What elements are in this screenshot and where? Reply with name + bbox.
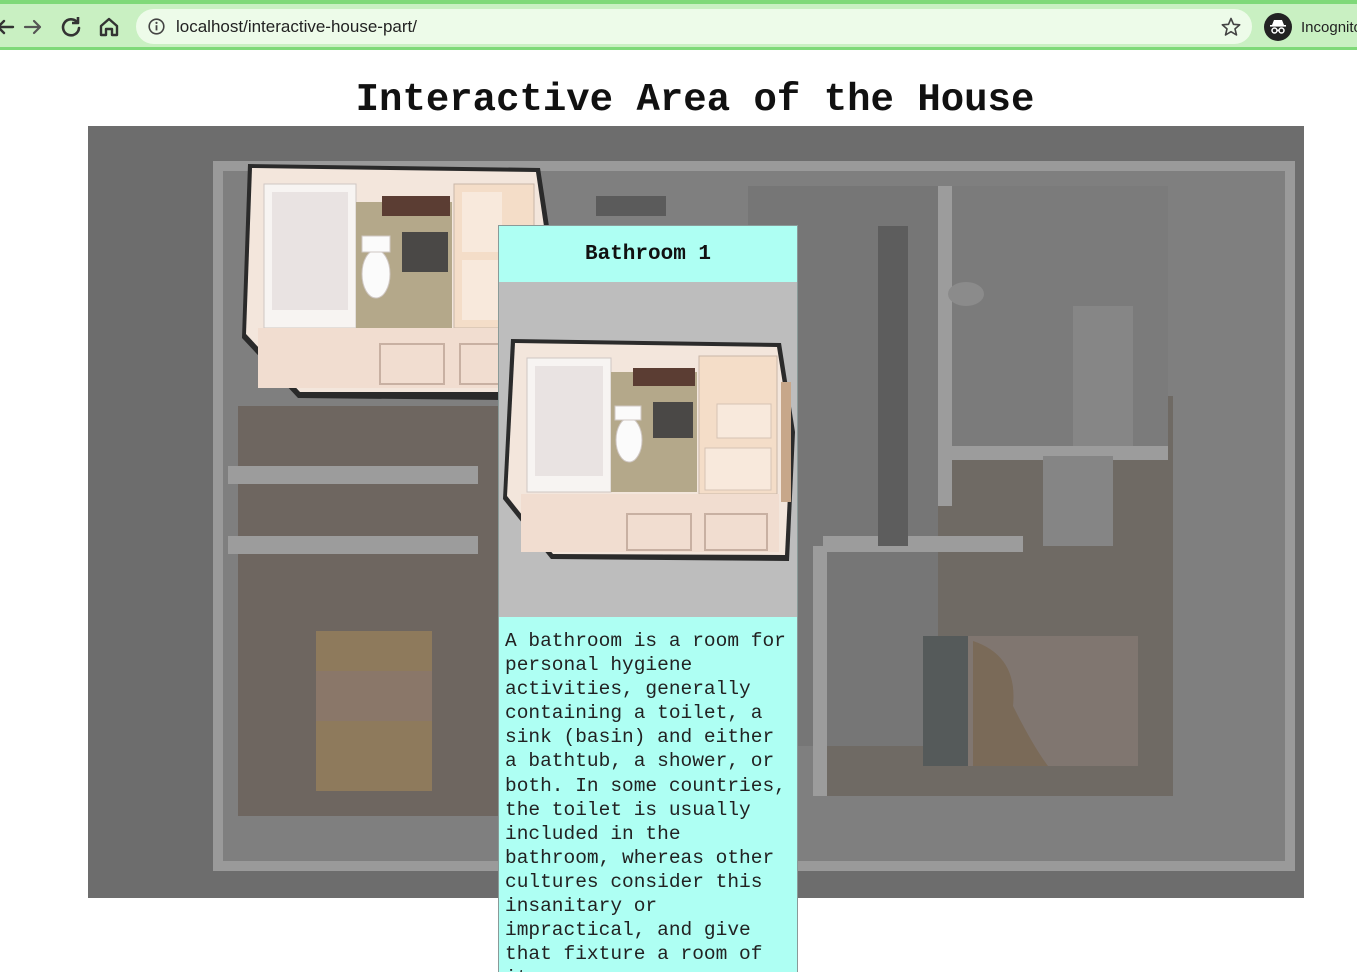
page-title: Interactive Area of the House (355, 78, 1035, 122)
reload-icon[interactable] (56, 12, 86, 42)
room-info-popup: Bathroom 1 A bathroom is a room for pers… (498, 225, 798, 972)
home-icon[interactable] (94, 12, 124, 42)
room-preview-image (499, 282, 797, 617)
star-icon[interactable] (1220, 16, 1242, 38)
incognito-icon (1264, 13, 1292, 41)
url-text[interactable]: localhost/interactive-house-part/ (176, 17, 417, 37)
forward-arrow-icon[interactable] (18, 12, 48, 42)
address-bar[interactable]: localhost/interactive-house-part/ (136, 9, 1252, 44)
browser-toolbar: localhost/interactive-house-part/ Incogn… (0, 0, 1357, 50)
popup-description: A bathroom is a room for personal hygien… (499, 617, 797, 972)
profile-button[interactable]: Incognito (1264, 11, 1357, 43)
info-icon[interactable] (148, 18, 165, 35)
popup-title: Bathroom 1 (499, 226, 797, 282)
bathroom-2-room[interactable] (948, 186, 1168, 446)
back-arrow-icon[interactable] (0, 12, 20, 42)
incognito-label: Incognito (1301, 18, 1357, 36)
